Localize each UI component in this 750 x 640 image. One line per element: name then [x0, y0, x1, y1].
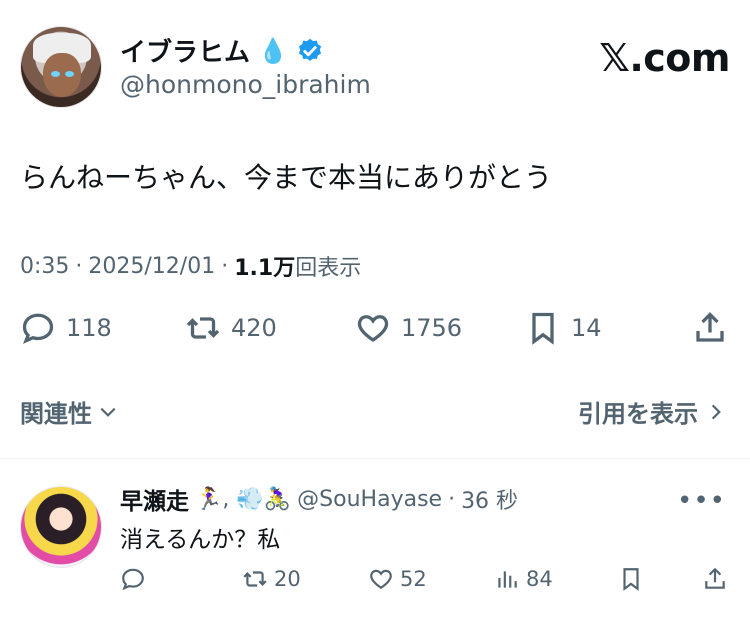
- view-quotes-label: 引用を表示: [578, 400, 698, 428]
- chevron-right-icon: [711, 404, 721, 419]
- view-quotes-link[interactable]: 引用を表示: [578, 394, 726, 429]
- author-name-row[interactable]: イブラヒム 💧: [120, 32, 324, 69]
- divider: [0, 458, 750, 459]
- reply-icon: [22, 313, 54, 344]
- retweet-button[interactable]: 420: [185, 310, 277, 346]
- author-handle[interactable]: @honmono_ibrahim: [120, 70, 371, 99]
- reply-button[interactable]: 118: [20, 310, 112, 346]
- reply-icon: [122, 568, 144, 591]
- meta-separator: ·: [75, 253, 83, 279]
- retweet-icon: [243, 571, 267, 587]
- tweet-meta: 0:35 · 2025/12/01 · 1.1万回表示: [20, 250, 361, 282]
- bookmark-button[interactable]: 14: [525, 310, 602, 346]
- like-button[interactable]: 1756: [355, 310, 462, 346]
- views-count: 1.1万: [234, 256, 296, 281]
- reply-name-emojis: 🏃‍♀️, 💨🚴‍♀️: [195, 486, 292, 512]
- reply-separator: ·: [448, 486, 456, 512]
- reply-tweet[interactable]: 早瀬走 🏃‍♀️, 💨🚴‍♀️ @SouHayase · 36 秒 ••• 消え…: [0, 470, 750, 640]
- reply-views-button[interactable]: 84: [494, 566, 553, 592]
- tweet-time[interactable]: 0:35: [20, 254, 69, 279]
- author-name-emoji: 💧: [258, 36, 288, 65]
- tweet-header: イブラヒム 💧 @honmono_ibrahim 𝕏.com: [20, 26, 730, 110]
- more-options-icon[interactable]: •••: [677, 486, 726, 516]
- avatar-eye-left: [51, 71, 60, 77]
- share-icon: [705, 567, 725, 589]
- retweet-count: 420: [231, 314, 277, 342]
- reply-retweet-count: 20: [274, 567, 301, 591]
- avatar-face: [43, 53, 81, 97]
- sort-relevance-dropdown[interactable]: 関連性: [20, 394, 118, 429]
- views-suffix: 回表示: [295, 256, 362, 281]
- reply-like-button[interactable]: 52: [368, 566, 427, 592]
- x-logo: 𝕏.com: [599, 36, 730, 80]
- chevron-down-icon: [100, 407, 116, 417]
- reply-author-handle[interactable]: @SouHayase: [297, 487, 442, 512]
- reply-reply-button[interactable]: [120, 566, 146, 592]
- tweet-views: 1.1万回表示: [234, 250, 361, 282]
- reply-author-avatar[interactable]: [20, 486, 102, 568]
- verified-badge-icon: [298, 38, 321, 61]
- share-button[interactable]: [692, 310, 728, 346]
- heart-icon: [370, 569, 392, 589]
- bookmark-count: 14: [571, 314, 602, 342]
- bookmark-icon: [623, 568, 639, 591]
- tweet-text: らんねーちゃん、今まで本当にありがとう: [20, 161, 553, 194]
- tweet-actions: 118 420 1756 14: [20, 310, 730, 350]
- reply-retweet-button[interactable]: 20: [242, 566, 301, 592]
- reply-views-count: 84: [526, 567, 553, 591]
- analytics-icon: [498, 571, 517, 588]
- reply-bookmark-button[interactable]: [618, 566, 644, 592]
- retweet-icon: [186, 317, 220, 339]
- reply-share-button[interactable]: [702, 566, 728, 592]
- tweet-date[interactable]: 2025/12/01: [88, 254, 215, 279]
- like-count: 1756: [401, 314, 463, 342]
- bookmark-icon: [532, 312, 554, 345]
- share-icon: [696, 312, 724, 342]
- reply-time[interactable]: 36 秒: [461, 483, 518, 515]
- meta-separator: ·: [221, 253, 229, 279]
- heart-icon: [357, 315, 389, 342]
- author-avatar[interactable]: [20, 26, 102, 108]
- reply-text: 消えるんか？私: [120, 527, 281, 553]
- avatar-eye-right: [65, 71, 74, 77]
- author-name[interactable]: イブラヒム: [120, 32, 250, 69]
- sort-label: 関連性: [20, 400, 92, 428]
- reply-header: 早瀬走 🏃‍♀️, 💨🚴‍♀️ @SouHayase · 36 秒: [120, 482, 518, 516]
- reply-author-name[interactable]: 早瀬走: [120, 482, 189, 516]
- reply-actions: 20 52 84: [0, 566, 750, 600]
- reply-count: 118: [66, 314, 112, 342]
- reply-like-count: 52: [400, 567, 427, 591]
